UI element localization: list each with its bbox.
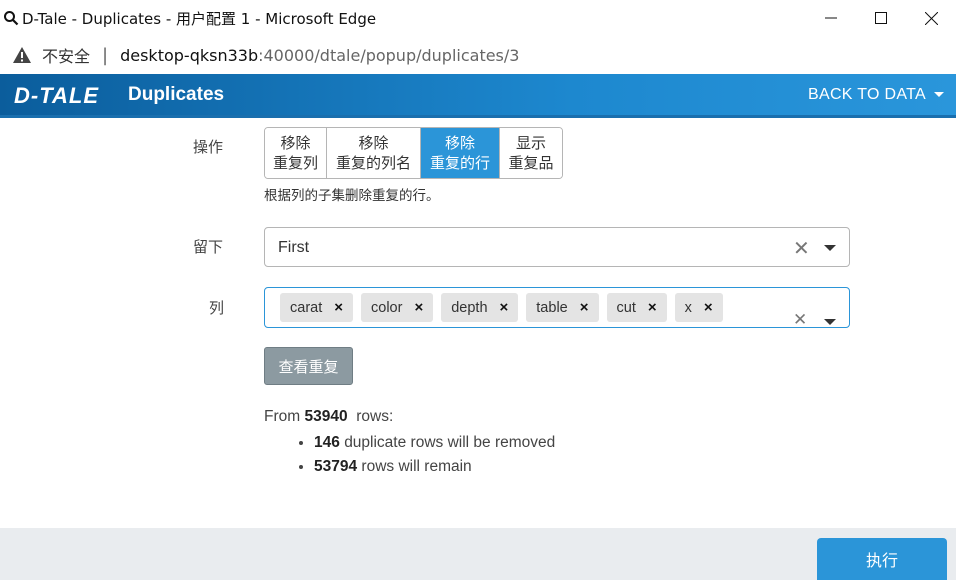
op-line2: 重复品 <box>508 154 554 172</box>
security-label[interactable]: 不安全 <box>42 43 90 67</box>
op-line1: 显示 <box>515 134 546 152</box>
url-path[interactable]: :40000/dtale/popup/duplicates/3 <box>258 46 519 65</box>
view-duplicates-button[interactable]: 查看重复 <box>264 347 353 385</box>
footer-bar <box>0 528 956 580</box>
column-chips: carat × color × depth × table × cut × x × <box>280 293 723 322</box>
columns-multiselect[interactable]: carat × color × depth × table × cut × x × ✕ <box>264 287 850 330</box>
close-icon[interactable] <box>906 0 956 36</box>
chip-label: table <box>536 299 568 316</box>
column-chip: cut × <box>606 293 667 322</box>
from-prefix: From <box>264 408 301 425</box>
window-title-bar: D-Tale - Duplicates - 用户配置 1 - Microsoft… <box>0 0 956 36</box>
search-icon[interactable] <box>0 0 22 36</box>
remove-chip-icon[interactable]: × <box>704 299 713 316</box>
chip-label: carat <box>290 299 323 316</box>
remove-chip-icon[interactable]: × <box>500 299 509 316</box>
column-chip: carat × <box>280 293 354 322</box>
chevron-down-icon[interactable] <box>824 245 836 251</box>
op-remove-duplicate-columns-button[interactable]: 移除 重复列 <box>265 128 327 178</box>
remove-chip-icon[interactable]: × <box>648 299 657 316</box>
op-line2: 重复的列名 <box>335 154 411 172</box>
remain-text: rows will remain <box>361 458 472 475</box>
url-host[interactable]: desktop-qksn33b <box>120 46 258 65</box>
total-rows: 53940 <box>304 408 348 425</box>
window-title: D-Tale - Duplicates - 用户配置 1 - Microsoft… <box>22 9 377 28</box>
page-title: Duplicates <box>128 83 225 105</box>
chip-label: color <box>371 299 403 316</box>
address-separator: | <box>102 44 109 66</box>
address-bar[interactable]: 不安全 | desktop-qksn33b:40000/dtale/popup/… <box>0 36 956 74</box>
op-remove-duplicate-column-names-button[interactable]: 移除 重复的列名 <box>327 128 421 178</box>
keep-value: First <box>278 239 310 256</box>
summary-total: From 53940 rows: <box>264 408 555 426</box>
op-line1: 移除 <box>444 134 475 152</box>
operation-label: 操作 <box>193 138 224 156</box>
column-chip: color × <box>361 293 434 322</box>
operation-button-group: 移除 重复列 移除 重复的列名 移除 重复的行 显示 重复品 <box>264 127 563 179</box>
chevron-down-icon[interactable] <box>824 319 836 325</box>
duplicates-summary: From 53940 rows: 146 duplicate rows will… <box>264 408 555 479</box>
op-line1: 移除 <box>280 134 311 152</box>
op-line1: 移除 <box>358 134 389 152</box>
maximize-icon[interactable] <box>856 0 906 36</box>
op-line2: 重复列 <box>272 154 318 172</box>
removed-count: 146 <box>314 434 340 451</box>
op-remove-duplicate-rows-button[interactable]: 移除 重复的行 <box>421 128 500 178</box>
keep-select[interactable]: First ✕ <box>264 227 850 267</box>
keep-label: 留下 <box>193 238 224 256</box>
caret-down-icon <box>934 92 944 97</box>
removed-rows-item: 146 duplicate rows will be removed <box>314 431 555 455</box>
chip-label: x <box>684 299 692 316</box>
execute-button[interactable]: 执行 <box>817 538 947 580</box>
columns-label: 列 <box>209 299 225 317</box>
column-chip: table × <box>526 293 599 322</box>
chip-label: cut <box>616 299 636 316</box>
clear-icon[interactable]: ✕ <box>793 310 807 330</box>
back-to-data-button[interactable]: BACK TO DATA <box>808 86 944 104</box>
chip-label: depth <box>451 299 488 316</box>
remove-chip-icon[interactable]: × <box>580 299 589 316</box>
operation-hint: 根据列的子集删除重复的行。 <box>264 188 440 204</box>
app-header: D-TALE Duplicates BACK TO DATA <box>0 74 956 118</box>
column-chip: depth × <box>441 293 519 322</box>
remaining-rows-item: 53794 rows will remain <box>314 455 555 479</box>
remove-chip-icon[interactable]: × <box>334 299 343 316</box>
warning-icon[interactable] <box>12 46 34 64</box>
op-line2: 重复的行 <box>429 154 490 172</box>
removed-text: duplicate rows will be removed <box>344 434 556 451</box>
minimize-icon[interactable] <box>806 0 856 36</box>
remain-count: 53794 <box>314 458 358 475</box>
op-show-duplicates-button[interactable]: 显示 重复品 <box>500 128 562 178</box>
clear-icon[interactable]: ✕ <box>793 236 810 261</box>
back-to-data-label: BACK TO DATA <box>808 85 926 103</box>
dtale-logo[interactable]: D-TALE <box>12 82 116 108</box>
column-chip: x × <box>674 293 723 322</box>
remove-chip-icon[interactable]: × <box>414 299 423 316</box>
rows-suffix: rows: <box>356 408 394 425</box>
svg-text:D-TALE: D-TALE <box>14 83 99 108</box>
